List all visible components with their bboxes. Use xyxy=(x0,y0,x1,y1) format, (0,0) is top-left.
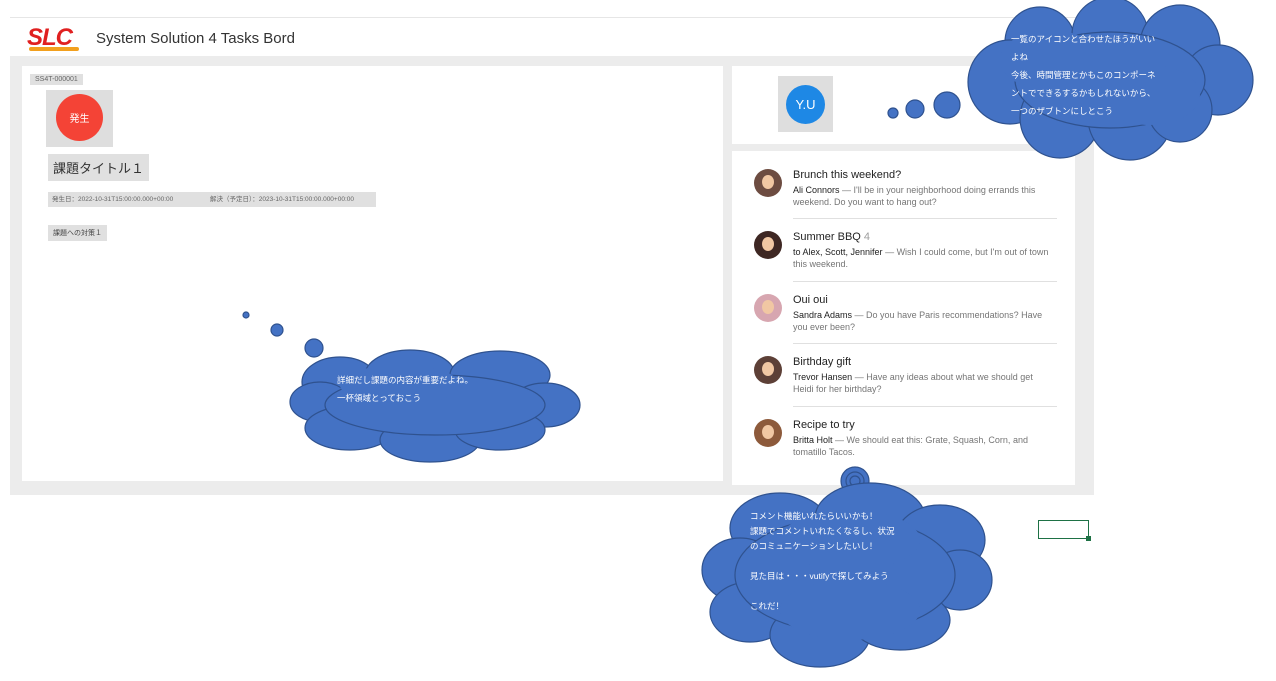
resolution-date: 解決（予定日）：2023-10-31T15:00:00.000+00:00 xyxy=(210,196,354,203)
list-item-title: Birthday gift xyxy=(793,356,852,368)
status-container: 発生 xyxy=(46,90,113,147)
task-dates: 発生日：2022-10-31T15:00:00.000+00:00 解決（予定日… xyxy=(48,192,376,207)
task-detail-card: SS4T-000001 発生 課題タイトル１ 発生日：2022-10-31T15… xyxy=(22,66,723,481)
status-badge[interactable]: 発生 xyxy=(56,94,103,141)
fill-handle[interactable] xyxy=(1086,536,1091,541)
list-item-body: Sandra Adams — Do you have Paris recomme… xyxy=(793,310,1043,332)
list-item-title: Oui oui xyxy=(793,294,828,306)
task-measure: 課題への対策１ xyxy=(48,225,107,241)
list-item-body: to Alex, Scott, Jennifer — Wish I could … xyxy=(793,247,1049,269)
list-item[interactable]: Summer BBQ 4 to Alex, Scott, Jennifer — … xyxy=(732,215,1075,277)
list-item-title: Brunch this weekend? xyxy=(793,169,902,181)
logo[interactable]: SLC xyxy=(27,24,81,51)
avatar xyxy=(754,356,782,384)
avatar-container: Y.U xyxy=(778,76,833,132)
avatar xyxy=(754,294,782,322)
list-item[interactable]: Brunch this weekend? Ali Connors — I'll … xyxy=(732,153,1075,215)
note-center: 詳細だし課題の内容が重要だよね。 一杯領域とっておこう xyxy=(337,375,474,403)
task-id: SS4T-000001 xyxy=(30,74,83,85)
app-header: SLC System Solution 4 Tasks Bord xyxy=(10,18,1094,56)
list-item-body: Ali Connors — I'll be in your neighborho… xyxy=(793,185,1036,207)
occurrence-date: 発生日：2022-10-31T15:00:00.000+00:00 xyxy=(52,196,174,203)
list-item-title: Summer BBQ 4 xyxy=(793,231,871,243)
selected-cell[interactable] xyxy=(1038,520,1089,539)
list-item-title: Recipe to try xyxy=(793,419,855,431)
list-item[interactable]: Oui oui Sandra Adams — Do you have Paris… xyxy=(732,278,1075,340)
list-item[interactable]: Recipe to try Britta Holt — We should ea… xyxy=(732,403,1075,465)
avatar xyxy=(754,419,782,447)
task-title: 課題タイトル１ xyxy=(48,154,150,181)
list-item-body: Trevor Hansen — Have any ideas about wha… xyxy=(793,372,1033,394)
list-item[interactable]: Birthday gift Trevor Hansen — Have any i… xyxy=(732,340,1075,402)
list-item-body: Britta Holt — We should eat this: Grate,… xyxy=(793,435,1028,457)
note-top-right: 一覧のアイコンと合わせたほうがいい よね 今後、時間管理とかもこのコンポーネ ン… xyxy=(1011,34,1156,116)
app-title: System Solution 4 Tasks Bord xyxy=(96,30,295,47)
avatar xyxy=(754,231,782,259)
avatar[interactable]: Y.U xyxy=(786,85,825,124)
avatar xyxy=(754,169,782,197)
comment-list: Brunch this weekend? Ali Connors — I'll … xyxy=(732,151,1075,485)
note-bottom: コメント機能いれたらいいかも！ 課題でコメントいれたくなるし、状況 のコミュニケ… xyxy=(750,511,895,611)
